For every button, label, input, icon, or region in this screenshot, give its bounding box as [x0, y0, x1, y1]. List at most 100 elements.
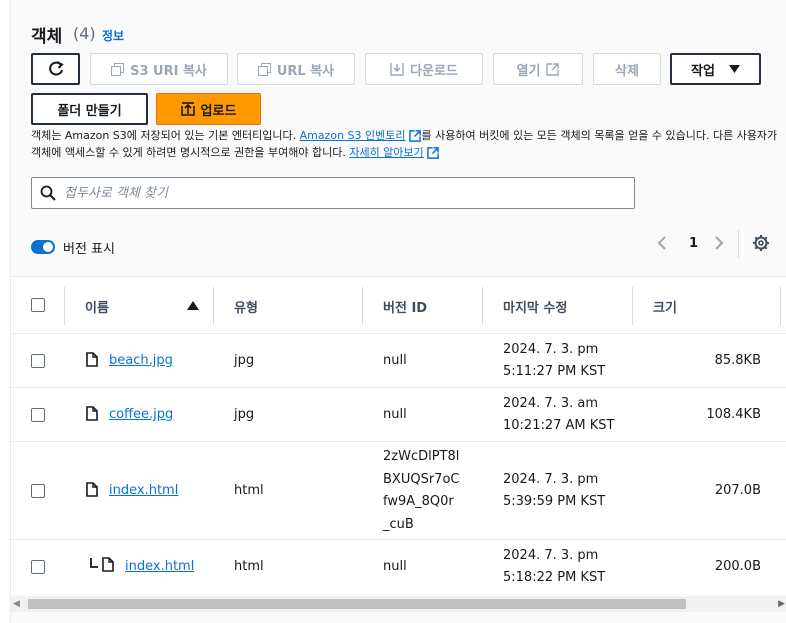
scroll-right-icon[interactable]: ▶	[778, 599, 785, 609]
download-button[interactable]: 다운로드	[365, 53, 483, 85]
object-version-id: null	[383, 559, 407, 574]
last-modified: 2024. 7. 3. pm 5:39:59 PM KST	[503, 469, 605, 513]
object-name: index.html	[109, 483, 178, 498]
column-version-id[interactable]: 버전 ID	[383, 297, 427, 316]
file-icon	[102, 557, 114, 572]
modified-time: 10:21:27 AM KST	[503, 418, 615, 433]
refresh-button[interactable]	[31, 53, 80, 85]
row-checkbox[interactable]	[31, 354, 45, 368]
previous-page-button[interactable]	[657, 235, 667, 256]
object-type: html	[234, 559, 264, 574]
current-page[interactable]: 1	[689, 236, 698, 251]
next-page-button[interactable]	[714, 235, 724, 256]
search-box	[31, 177, 635, 209]
object-name: coffee.jpg	[109, 407, 173, 422]
copy-url-label: URL 복사	[276, 63, 335, 79]
row-checkbox[interactable]	[31, 408, 45, 422]
external-link-icon	[426, 147, 439, 159]
object-version-id: 2zWcDlPT8l BXUQSr7oC fw9A_8Q0r _cuB	[383, 446, 459, 536]
upload-button[interactable]: 업로드	[156, 93, 261, 125]
download-label: 다운로드	[410, 63, 458, 79]
object-name: index.html	[125, 559, 194, 574]
objects-panel: 객체 (4) 정보 S3 URI 복사 URL 복사 다운로드 열기 삭제 작업…	[10, 0, 786, 623]
horizontal-scrollbar[interactable]: ◀ ▶	[11, 596, 786, 612]
objects-description: 객체는 Amazon S3에 저장되어 있는 기본 엔터티입니다. Amazon…	[31, 127, 781, 161]
object-size: 200.0B	[714, 559, 761, 574]
copy-icon	[111, 62, 125, 76]
actions-button[interactable]: 작업	[670, 53, 761, 85]
last-modified: 2024. 7. 3. pm 5:18:22 PM KST	[503, 545, 605, 589]
column-divider[interactable]	[213, 287, 214, 325]
page-title: 객체	[31, 27, 63, 47]
column-divider[interactable]	[482, 287, 483, 325]
refresh-icon	[48, 61, 64, 76]
scrollbar-thumb[interactable]	[28, 599, 686, 609]
object-type: html	[234, 483, 264, 498]
copy-s3-uri-button[interactable]: S3 URI 복사	[90, 53, 228, 85]
gear-icon	[753, 235, 769, 251]
chevron-right-icon	[715, 236, 724, 250]
search-icon	[40, 185, 56, 201]
learn-more-link[interactable]: 자세히 알아보기	[349, 146, 423, 159]
object-link[interactable]: coffee.jpg	[109, 407, 173, 422]
file-icon	[86, 352, 98, 367]
copy-url-button[interactable]: URL 복사	[237, 53, 355, 85]
scroll-left-icon[interactable]: ◀	[13, 599, 20, 609]
object-link[interactable]: beach.jpg	[109, 353, 173, 368]
modified-time: 5:39:59 PM KST	[503, 494, 606, 509]
row-checkbox[interactable]	[31, 484, 45, 498]
file-icon	[86, 482, 98, 497]
select-all-checkbox[interactable]	[31, 298, 45, 312]
column-divider[interactable]	[362, 287, 363, 325]
show-versions-label: 버전 표시	[63, 242, 115, 257]
actions-label: 작업	[691, 63, 715, 79]
object-link[interactable]: index.html	[109, 483, 178, 498]
object-size: 207.0B	[714, 483, 761, 498]
object-size: 108.4KB	[706, 407, 761, 422]
version-id-line: _cuB	[383, 516, 414, 532]
column-divider[interactable]	[780, 287, 781, 325]
caret-down-icon	[728, 65, 740, 73]
chevron-left-icon	[657, 236, 666, 250]
inventory-link[interactable]: Amazon S3 인벤토리	[300, 129, 406, 142]
object-size: 85.8KB	[714, 353, 761, 368]
object-type: jpg	[234, 353, 255, 368]
version-branch-icon	[90, 558, 98, 568]
column-divider[interactable]	[632, 287, 633, 325]
row-checkbox[interactable]	[31, 560, 45, 574]
copy-icon	[257, 62, 271, 76]
table-row: beach.jpg jpg null 2024. 7. 3. pm 5:11:2…	[11, 334, 786, 388]
modified-date: 2024. 7. 3. pm	[503, 342, 599, 357]
show-versions-toggle[interactable]	[31, 240, 55, 254]
upload-icon	[180, 102, 195, 116]
version-id-line: fw9A_8Q0r	[383, 494, 454, 509]
version-id-line: 2zWcDlPT8l	[383, 449, 460, 464]
file-icon	[86, 406, 98, 421]
modified-time: 5:11:27 PM KST	[503, 364, 606, 379]
delete-button[interactable]: 삭제	[593, 53, 661, 85]
modified-date: 2024. 7. 3. pm	[503, 548, 599, 563]
open-label: 열기	[516, 63, 541, 79]
modified-date: 2024. 7. 3. am	[503, 396, 599, 411]
external-link-icon	[408, 130, 421, 142]
objects-table: 이름 유형 버전 ID 마지막 수정 크기 beach.jpg jpg null…	[11, 276, 786, 594]
table-row: index.html html null 2024. 7. 3. pm 5:18…	[11, 540, 786, 594]
table-row: index.html html 2zWcDlPT8l BXUQSr7oC fw9…	[11, 442, 786, 540]
create-folder-button[interactable]: 폴더 만들기	[31, 93, 148, 125]
sort-ascending-icon[interactable]	[187, 301, 199, 310]
object-name: beach.jpg	[109, 353, 173, 368]
column-name[interactable]: 이름	[85, 297, 109, 316]
copy-s3-uri-label: S3 URI 복사	[130, 63, 207, 79]
info-link[interactable]: 정보	[102, 27, 124, 44]
upload-label: 업로드	[200, 103, 237, 119]
column-type[interactable]: 유형	[234, 297, 258, 316]
search-input[interactable]	[64, 184, 624, 202]
preferences-button[interactable]	[752, 234, 770, 256]
object-link[interactable]: index.html	[125, 559, 194, 574]
open-button[interactable]: 열기	[493, 53, 583, 85]
column-last-modified[interactable]: 마지막 수정	[503, 297, 567, 316]
column-size[interactable]: 크기	[653, 297, 677, 316]
download-icon	[390, 63, 404, 76]
external-link-icon	[546, 62, 560, 76]
description-text-1: 객체는 Amazon S3에 저장되어 있는 기본 엔터티입니다.	[31, 129, 300, 142]
